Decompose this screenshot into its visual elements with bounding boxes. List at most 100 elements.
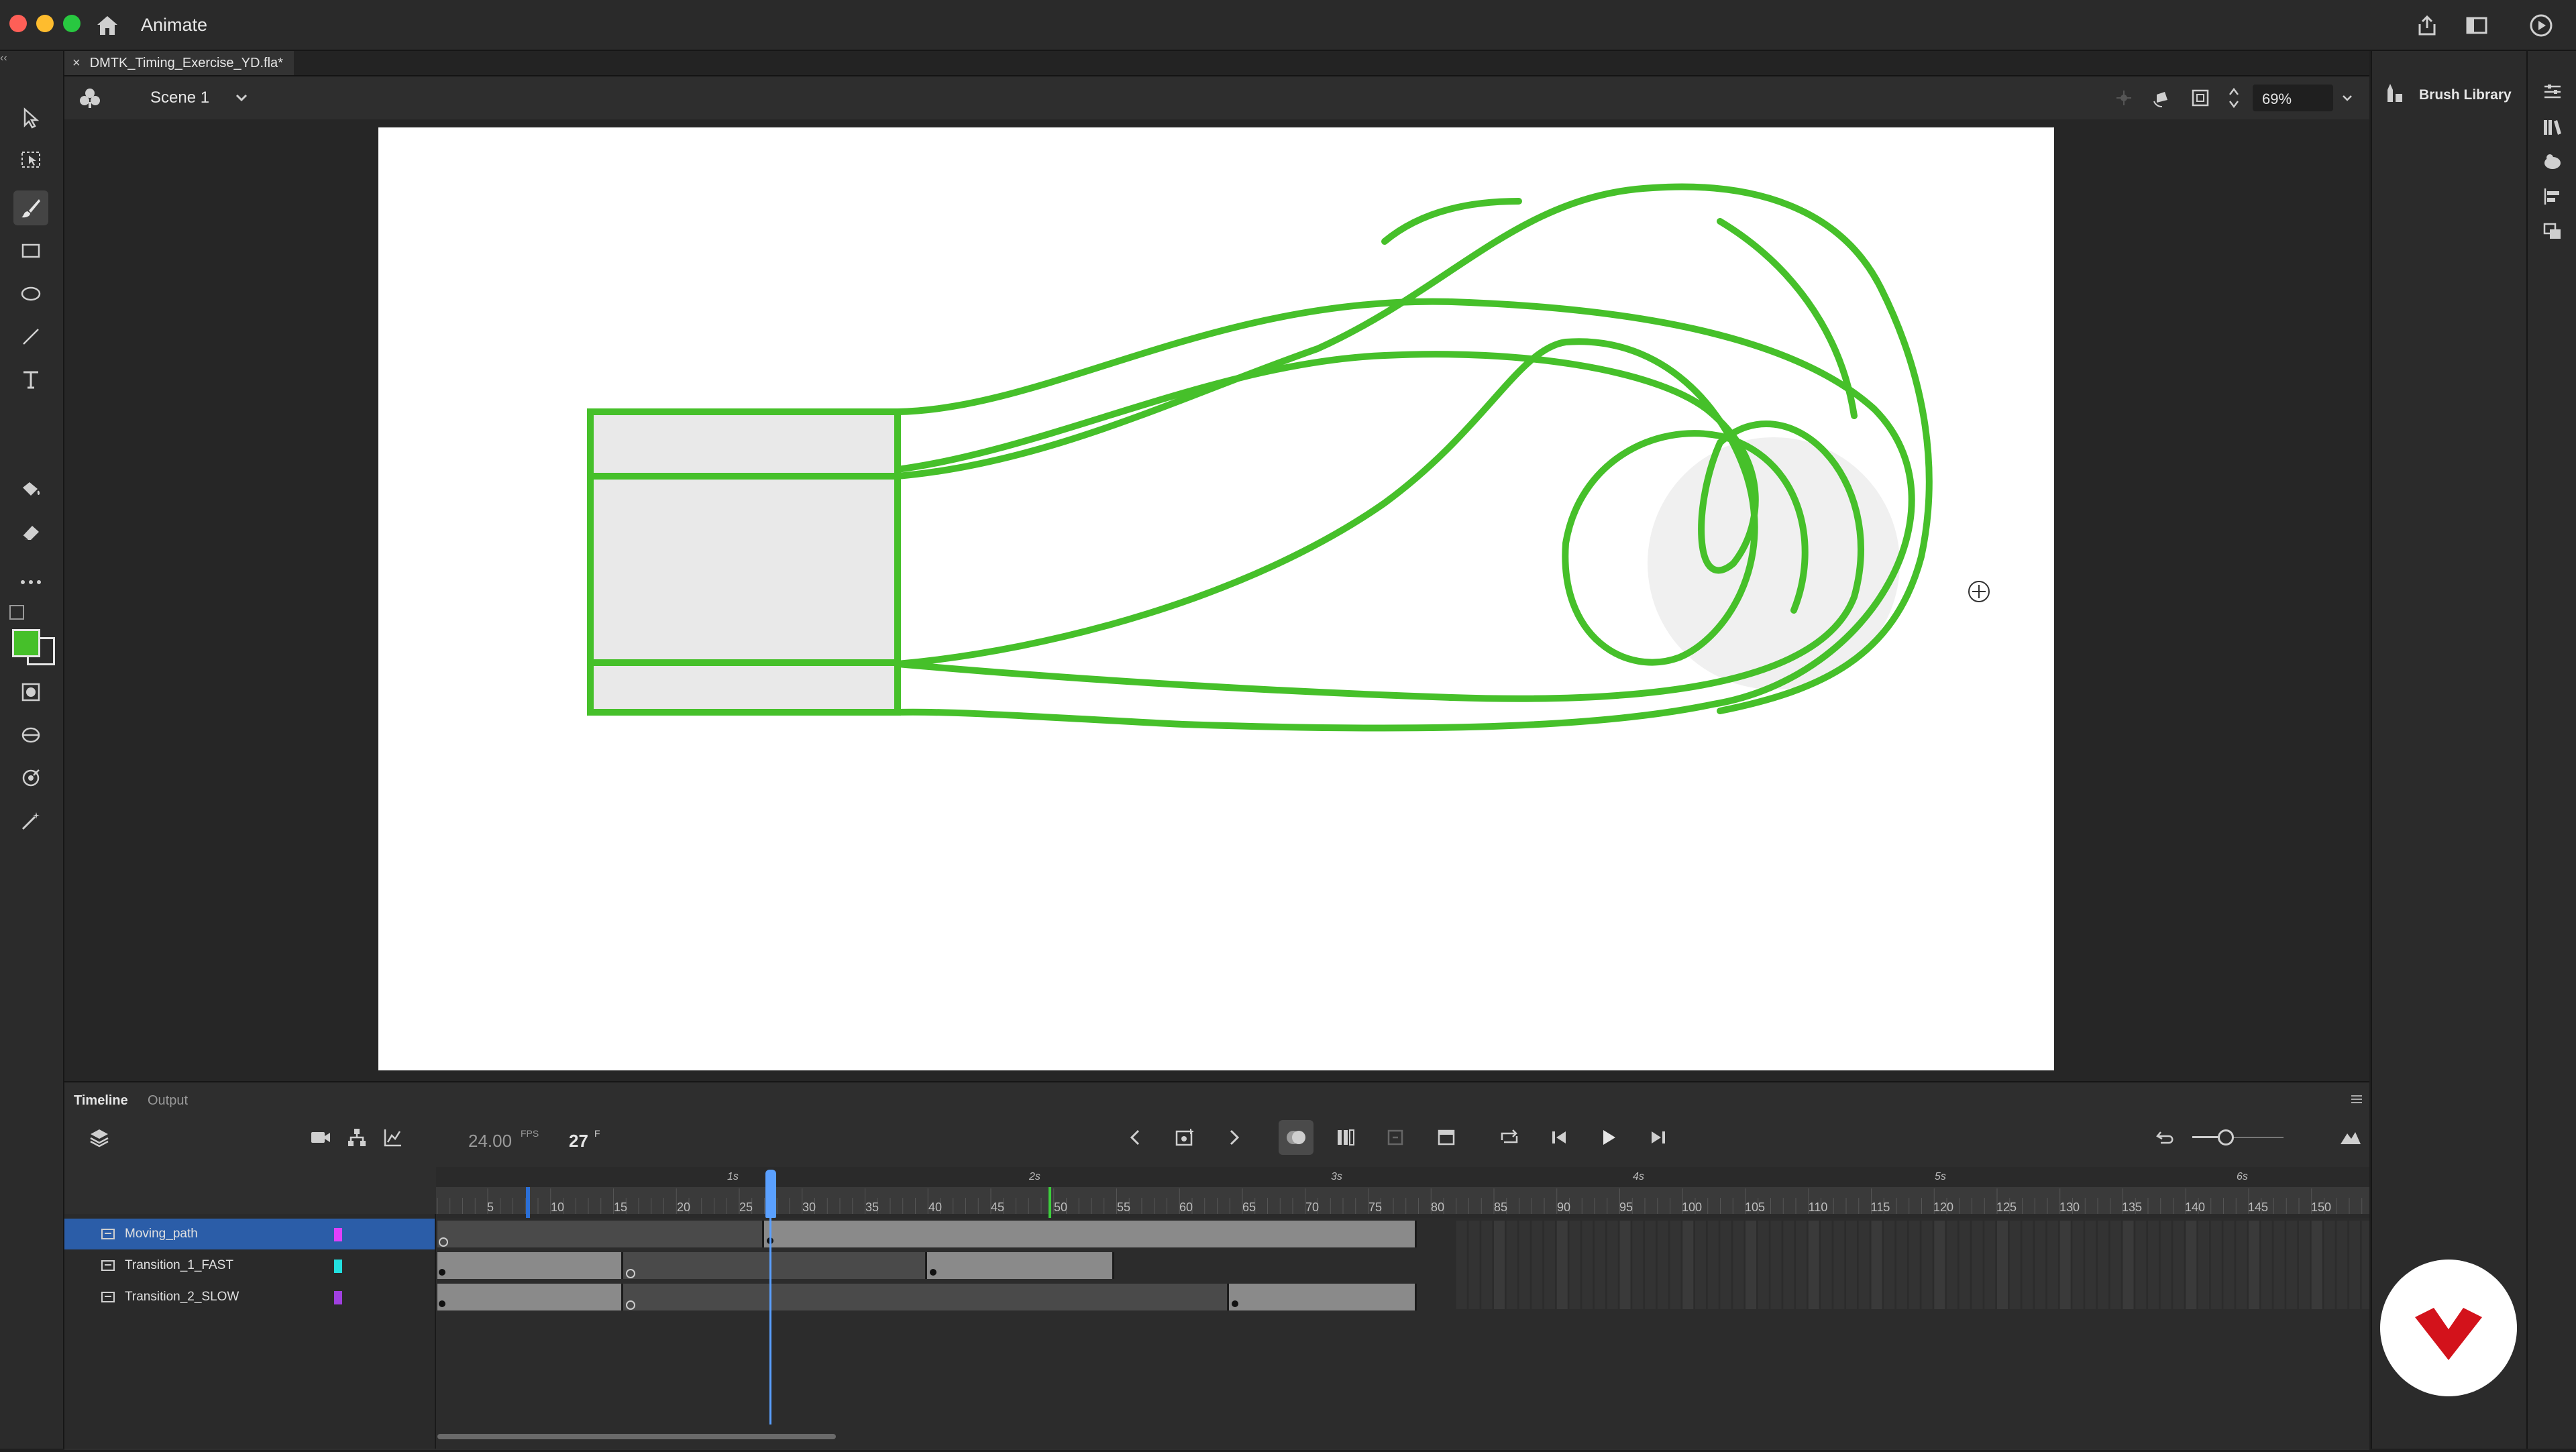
play-icon[interactable] [1591, 1120, 1626, 1155]
stroke-color-swatch[interactable] [12, 629, 40, 657]
home-icon[interactable] [94, 12, 121, 39]
close-tab-icon[interactable]: × [72, 56, 80, 71]
object-drawing-icon[interactable] [13, 675, 48, 710]
keyframe-empty[interactable] [626, 1269, 635, 1278]
keyframe-empty[interactable] [439, 1237, 448, 1247]
smoothing-wand-icon[interactable] [13, 803, 48, 838]
transform-icon[interactable] [2541, 220, 2564, 243]
clip-content-icon[interactable] [2188, 86, 2212, 110]
workspace-layout-icon[interactable] [2463, 12, 2490, 39]
loop-icon[interactable] [1492, 1120, 1527, 1155]
chevron-down-icon[interactable] [231, 87, 252, 109]
panel-menu-icon[interactable] [2351, 1095, 2363, 1104]
onion-skin-end-marker[interactable] [1049, 1187, 1051, 1218]
frame-span[interactable] [437, 1252, 623, 1279]
rotate-stage-icon[interactable] [2149, 86, 2174, 110]
edit-icon[interactable] [1429, 1120, 1464, 1155]
step-forward-icon[interactable] [1641, 1120, 1676, 1155]
scene-name[interactable]: Scene 1 [150, 89, 209, 107]
tab-timeline[interactable]: Timeline [74, 1093, 128, 1109]
zoom-window-button[interactable] [63, 15, 80, 32]
more-tools-icon[interactable] [13, 565, 48, 600]
frame-span[interactable] [623, 1252, 927, 1279]
undo-zoom-icon[interactable] [2148, 1120, 2183, 1155]
eraser-tool[interactable] [13, 515, 48, 550]
paint-brush-tool[interactable] [13, 190, 48, 225]
document-tab[interactable]: × DMTK_Timing_Exercise_YD.fla* [64, 51, 294, 75]
layer-row-transition-1-fast[interactable]: Transition_1_FAST [64, 1250, 435, 1281]
playhead-handle[interactable] [765, 1170, 776, 1218]
frame-span[interactable] [927, 1252, 1114, 1279]
test-movie-play-icon[interactable] [2526, 11, 2556, 40]
default-colors-icon[interactable] [9, 605, 24, 620]
frame-span[interactable] [1229, 1284, 1417, 1310]
edit-scene-icon[interactable] [76, 85, 103, 111]
empty-frame [1758, 1221, 1769, 1309]
keyframe[interactable] [439, 1269, 445, 1276]
registration-point-icon[interactable] [1966, 578, 1992, 605]
insert-keyframe-icon[interactable] [1167, 1120, 1202, 1155]
empty-frame [1519, 1221, 1530, 1309]
keyframe[interactable] [930, 1269, 936, 1276]
brush-library-icon[interactable] [2381, 79, 2408, 106]
library-icon[interactable] [2541, 115, 2564, 138]
zoom-stepper-icon[interactable] [2226, 83, 2242, 113]
layer-color-swatch[interactable] [334, 1228, 342, 1241]
brush-mode-icon[interactable] [13, 718, 48, 752]
fit-frames-icon[interactable] [2333, 1120, 2368, 1155]
keyframe[interactable] [439, 1300, 445, 1307]
previous-keyframe-icon[interactable] [1118, 1120, 1152, 1155]
layer-parenting-icon[interactable] [339, 1120, 374, 1155]
empty-frame [2349, 1221, 2360, 1309]
layer-row-moving-path[interactable]: Moving_path [64, 1219, 435, 1249]
step-back-icon[interactable] [1542, 1120, 1576, 1155]
selection-tool[interactable] [13, 101, 48, 135]
next-keyframe-icon[interactable] [1217, 1120, 1252, 1155]
layer-name[interactable]: Transition_1_FAST [125, 1258, 233, 1273]
share-icon[interactable] [2414, 12, 2440, 39]
snap-icon[interactable] [2112, 86, 2136, 110]
close-window-button[interactable] [9, 15, 27, 32]
assets-icon[interactable] [2541, 150, 2564, 173]
graph-icon[interactable] [376, 1120, 411, 1155]
sync-symbols-icon[interactable] [1378, 1120, 1413, 1155]
layer-options-icon[interactable] [82, 1120, 117, 1155]
minimize-window-button[interactable] [36, 15, 54, 32]
stage-canvas[interactable] [378, 127, 2054, 1070]
layer-name[interactable]: Transition_2_SLOW [125, 1290, 239, 1304]
timeline-scrollbar[interactable] [437, 1434, 836, 1439]
layer-color-swatch[interactable] [334, 1260, 342, 1273]
keyframe-empty[interactable] [626, 1300, 635, 1310]
camera-icon[interactable] [303, 1120, 338, 1155]
frame-span[interactable] [437, 1284, 623, 1310]
rectangle-tool[interactable] [13, 233, 48, 268]
layer-color-swatch[interactable] [334, 1291, 342, 1304]
onion-skin-icon[interactable] [1279, 1120, 1313, 1155]
layer-name[interactable]: Moving_path [125, 1227, 198, 1241]
pressure-icon[interactable] [13, 761, 48, 795]
edit-multiple-frames-icon[interactable] [1328, 1120, 1363, 1155]
frame-span[interactable] [437, 1221, 764, 1247]
properties-icon[interactable] [2541, 80, 2564, 103]
frame-span[interactable] [764, 1221, 1417, 1247]
free-transform-tool[interactable] [13, 142, 48, 177]
keyframe[interactable] [1232, 1300, 1238, 1307]
align-icon[interactable] [2541, 185, 2564, 208]
ruler-label: 125 [1996, 1200, 2017, 1214]
zoom-field[interactable]: 69% [2253, 85, 2333, 111]
onion-skin-start-marker[interactable] [526, 1187, 530, 1218]
layer-row-transition-2-slow[interactable]: Transition_2_SLOW [64, 1282, 435, 1313]
ruler-label: 145 [2247, 1200, 2269, 1214]
fps-value[interactable]: 24.00 [468, 1131, 512, 1152]
text-tool[interactable] [13, 362, 48, 397]
collapse-tools-icon[interactable]: ‹‹ [0, 52, 19, 66]
zoom-dropdown-icon[interactable] [2337, 87, 2357, 109]
paint-bucket-tool[interactable] [13, 472, 48, 507]
current-frame-value[interactable]: 27 [569, 1131, 588, 1152]
tab-output[interactable]: Output [148, 1093, 188, 1109]
line-tool[interactable] [13, 319, 48, 354]
frame-span[interactable] [623, 1284, 1229, 1310]
brush-library-label[interactable]: Brush Library [2419, 87, 2512, 103]
oval-tool[interactable] [13, 276, 48, 311]
timeline-zoom-handle[interactable] [2218, 1129, 2234, 1146]
